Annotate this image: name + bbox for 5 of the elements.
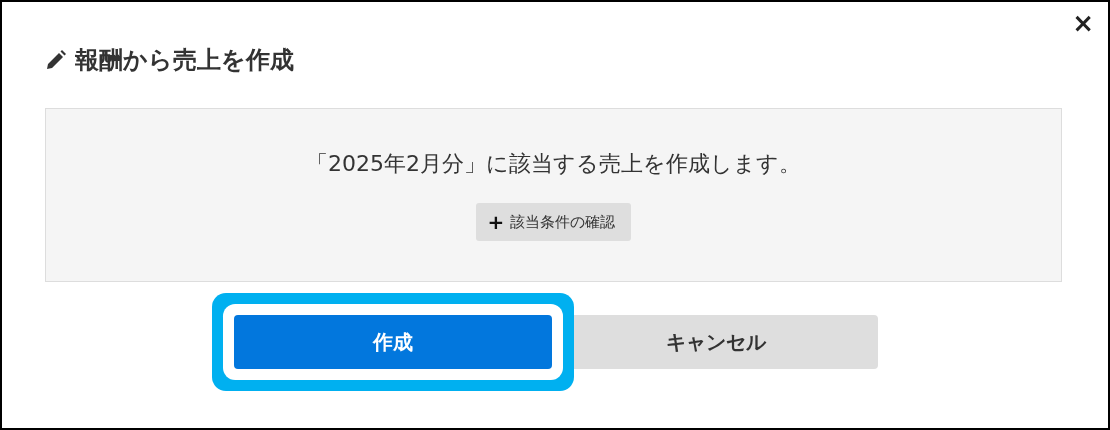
pencil-icon [45,49,67,71]
confirmation-message: 「2025年2月分」に該当する売上を作成します。 [306,150,801,178]
conditions-button[interactable]: + 該当条件の確認 [475,203,632,241]
close-button[interactable]: × [1072,10,1094,36]
dialog-title: 報酬から売上を作成 [75,45,294,76]
